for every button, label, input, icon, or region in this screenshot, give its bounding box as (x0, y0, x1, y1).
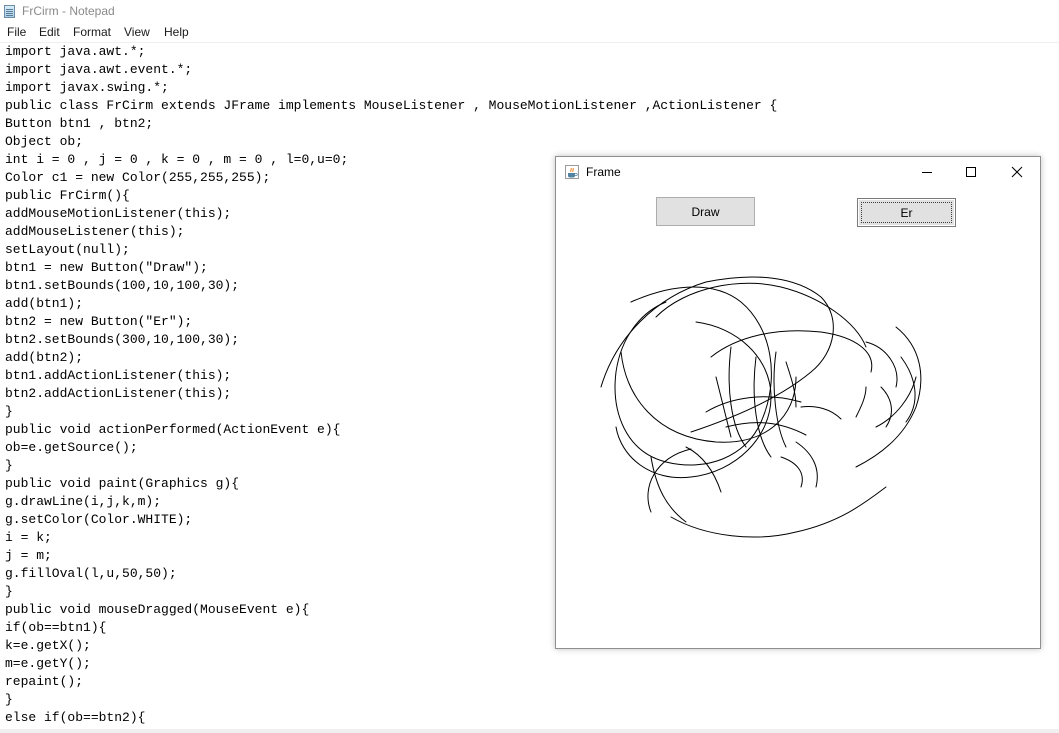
code-line: import java.awt.event.*; (5, 62, 193, 77)
frame-title: Frame (586, 165, 621, 179)
notepad-titlebar[interactable]: FrCirm - Notepad (0, 0, 1059, 22)
freehand-drawing (600, 276, 922, 538)
drawing-canvas[interactable] (556, 187, 1040, 648)
frame-titlebar[interactable]: Frame (556, 157, 1040, 187)
code-line: repaint(); (5, 674, 84, 689)
maximize-icon (966, 167, 976, 177)
menu-edit[interactable]: Edit (39, 25, 60, 39)
code-line: public class FrCirm extends JFrame imple… (5, 98, 778, 113)
code-line: else if(ob==btn2){ (5, 710, 146, 725)
menu-format[interactable]: Format (73, 25, 111, 39)
draw-button[interactable]: Draw (656, 197, 755, 226)
code-line: import java.awt.*; (5, 44, 146, 59)
menu-file[interactable]: File (7, 25, 26, 39)
frame-content: Draw Er (556, 187, 1040, 648)
java-cup-icon (565, 165, 579, 179)
notepad-icon (4, 5, 15, 18)
menu-help[interactable]: Help (164, 25, 189, 39)
code-line: Object ob; (5, 134, 84, 149)
minimize-icon (922, 172, 932, 173)
close-button[interactable] (994, 157, 1040, 187)
menu-view[interactable]: View (124, 25, 150, 39)
horizontal-scrollbar[interactable] (0, 729, 1059, 733)
maximize-button[interactable] (948, 157, 994, 187)
minimize-button[interactable] (904, 157, 950, 187)
menu-bar: File Edit Format View Help (0, 23, 1059, 43)
close-icon (1011, 166, 1023, 178)
code-line: m=e.getY(); (5, 656, 91, 671)
window-title: FrCirm - Notepad (22, 4, 115, 18)
code-line: } (5, 692, 13, 707)
code-line: import javax.swing.*; (5, 80, 169, 95)
erase-button[interactable]: Er (857, 198, 956, 227)
frame-window: Frame Draw Er (555, 156, 1041, 649)
code-line: Button btn1 , btn2; (5, 116, 154, 131)
